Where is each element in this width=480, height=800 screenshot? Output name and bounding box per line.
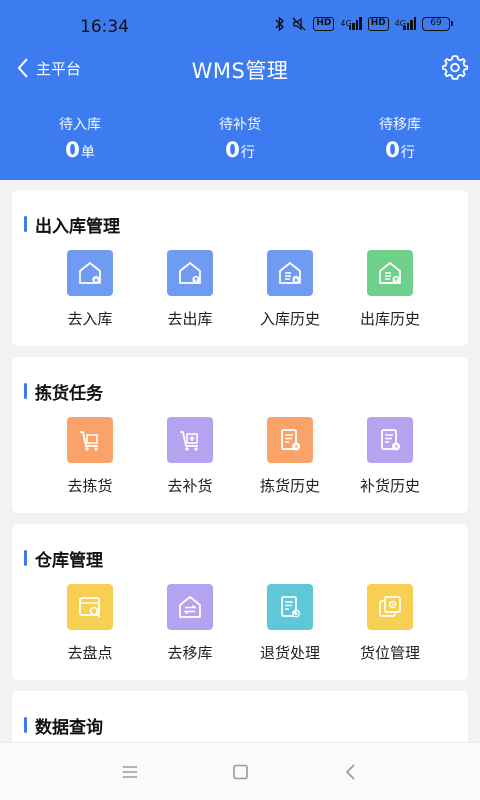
warehouse-out-icon [167,250,213,296]
status-time: 16:34 [80,17,129,37]
title-accent-bar [24,216,27,232]
section-warehouse-management: 仓库管理 去盘点 去移库 退货处理 货位管理 [12,524,468,680]
go-inventory-check-button[interactable]: 去盘点 [40,584,140,663]
stat-pending-transfer[interactable]: 待移库 0行 [320,114,480,162]
network-type-label: 4G [394,19,406,28]
inventory-check-icon [67,584,113,630]
section-title: 拣货任务 [24,381,103,404]
battery-icon: 69 [422,17,453,31]
return-processing-label: 退货处理 [259,644,320,662]
settings-button[interactable] [441,54,469,80]
home-icon[interactable] [230,763,250,781]
network-type-label: 4G [340,19,352,28]
title-accent-bar [24,717,27,733]
page-title: WMS管理 [191,59,289,83]
go-restock-label: 去补货 [167,477,213,495]
restock-history-button[interactable]: 补货历史 [340,417,440,496]
restock-history-label: 补货历史 [359,477,420,495]
stat-label: 待移库 [379,117,421,133]
signal-icon: 4G [340,16,362,32]
back-nav-icon[interactable] [342,763,362,781]
go-outbound-button[interactable]: 去出库 [140,250,240,329]
stat-number: 0 [225,138,240,162]
stat-number: 0 [65,138,80,162]
outbound-history-label: 出库历史 [359,310,420,328]
section-grid: 去盘点 去移库 退货处理 货位管理 [40,584,440,663]
stat-unit: 行 [400,145,415,161]
stat-value: 0单 [0,138,160,162]
stat-unit: 单 [80,145,95,161]
stat-number: 0 [385,138,400,162]
inbound-history-button[interactable]: 入库历史 [240,250,340,329]
system-nav-bar [0,742,480,800]
stat-pending-inbound[interactable]: 待入库 0单 [0,114,160,162]
return-processing-button[interactable]: 退货处理 [240,584,340,663]
status-icons: HD 4G HD 4G 69 [275,16,453,32]
hd-badge: HD [367,17,389,31]
stat-pending-restock[interactable]: 待补货 0行 [160,114,320,162]
pick-history-label: 拣货历史 [259,477,320,495]
location-manage-label: 货位管理 [359,644,420,662]
status-bar: 16:34 HD 4G HD 4G 69 [0,0,480,52]
go-restock-button[interactable]: 去补货 [140,417,240,496]
section-inbound-outbound: 出入库管理 去入库 去出库 入库历史 出库历史 [12,190,468,346]
go-inventory-check-label: 去盘点 [67,644,113,662]
inbound-history-label: 入库历史 [259,310,320,328]
location-manage-icon [367,584,413,630]
title-accent-bar [24,550,27,566]
stat-label: 待补货 [219,117,261,133]
gear-icon [441,55,469,80]
section-picking-tasks: 拣货任务 去拣货 去补货 拣货历史 补货历史 [12,357,468,513]
section-grid: 去拣货 去补货 拣货历史 补货历史 [40,417,440,496]
stat-value: 0行 [160,138,320,162]
hd-badge: HD [313,17,335,31]
section-title: 数据查询 [24,715,103,738]
pick-history-button[interactable]: 拣货历史 [240,417,340,496]
header: 16:34 HD 4G HD 4G 69 主平台 WMS管理 待入库 0单 待补… [0,0,480,180]
bluetooth-icon [275,16,285,32]
stats-row: 待入库 0单 待补货 0行 待移库 0行 [0,114,480,162]
menu-icon[interactable] [120,763,140,781]
signal-icon: 4G [395,16,416,32]
outbound-history-icon [367,250,413,296]
location-manage-button[interactable]: 货位管理 [340,584,440,663]
cart-icon [67,417,113,463]
go-pick-label: 去拣货 [67,477,113,495]
cart-add-icon [167,417,213,463]
go-outbound-label: 去出库 [167,310,213,328]
stat-label: 待入库 [59,117,101,133]
restock-history-icon [367,417,413,463]
stat-value: 0行 [320,138,480,162]
go-inbound-button[interactable]: 去入库 [40,250,140,329]
go-transfer-button[interactable]: 去移库 [140,584,240,663]
go-transfer-label: 去移库 [167,644,213,662]
go-pick-button[interactable]: 去拣货 [40,417,140,496]
stat-unit: 行 [240,145,255,161]
pick-history-icon [267,417,313,463]
title-accent-bar [24,383,27,399]
go-inbound-label: 去入库 [67,310,113,328]
warehouse-in-icon [67,250,113,296]
mute-icon [291,16,307,32]
outbound-history-button[interactable]: 出库历史 [340,250,440,329]
return-icon [267,584,313,630]
section-title: 出入库管理 [24,214,120,237]
transfer-icon [167,584,213,630]
section-title: 仓库管理 [24,548,103,571]
inbound-history-icon [267,250,313,296]
section-grid: 去入库 去出库 入库历史 出库历史 [40,250,440,329]
